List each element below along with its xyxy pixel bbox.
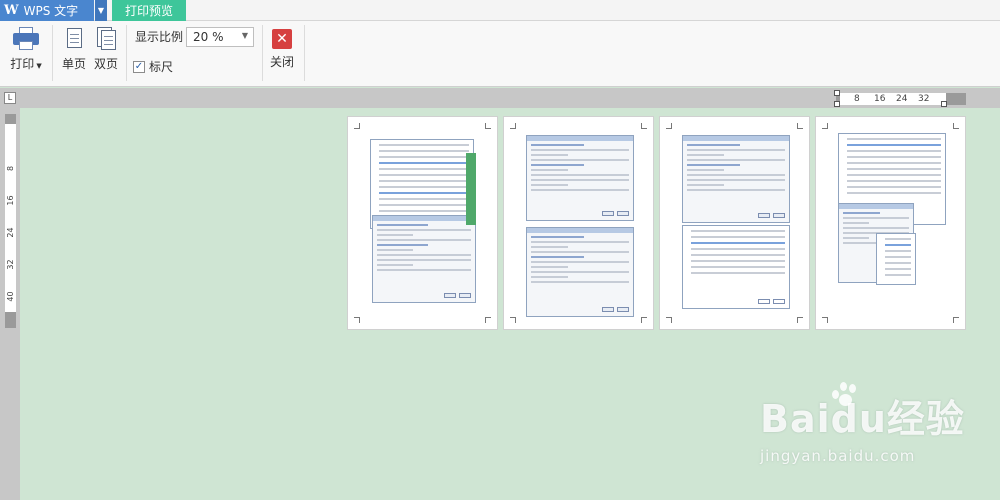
app-menu-dropdown-icon[interactable]: ▼ (95, 0, 107, 21)
ruler-label: 标尺 (149, 60, 174, 74)
app-name: WPS 文字 (23, 4, 79, 18)
paw-logo-icon (830, 382, 860, 408)
ruler-checkbox[interactable]: ✓ (133, 60, 145, 73)
double-page-label: 双页 (93, 57, 118, 71)
page-screenshot-image (372, 215, 476, 303)
separator (126, 25, 127, 81)
horizontal-ruler[interactable]: 8 16 24 32 (834, 90, 966, 107)
preview-page[interactable] (815, 116, 966, 330)
double-page-button[interactable]: 双页 (92, 21, 120, 72)
chevron-down-icon[interactable]: ▼ (242, 31, 248, 40)
vruler-tick: 16 (6, 195, 15, 206)
vertical-ruler[interactable]: 8 16 24 32 40 (5, 114, 16, 328)
watermark-logo-text: Baidu经验 (760, 397, 965, 441)
separator (52, 25, 53, 81)
page-screenshot-image (526, 227, 634, 317)
baidu-jingyan-watermark: Baidu经验 jingyan.baidu.com (760, 382, 980, 488)
close-label: 关闭 (269, 55, 294, 69)
title-bar: W WPS 文字 ▼ 打印预览 (0, 0, 1000, 21)
app-menu-button[interactable]: W WPS 文字 (0, 0, 94, 21)
printer-icon (13, 27, 39, 51)
separator (304, 25, 305, 81)
single-page-icon (64, 27, 84, 51)
hruler-tick: 32 (918, 94, 930, 104)
separator (262, 25, 263, 81)
hruler-tick: 16 (874, 94, 886, 104)
print-label: 打印 (10, 57, 35, 71)
horizontal-ruler-strip: L 8 16 24 32 (0, 88, 1000, 108)
single-page-button[interactable]: 单页 (60, 21, 88, 72)
ruler-corner-icon[interactable]: L (4, 92, 16, 104)
green-bar-image (466, 153, 476, 225)
zoom-label: 显示比例 (135, 30, 184, 44)
vruler-tick: 8 (6, 165, 15, 172)
hruler-tick: 8 (854, 94, 860, 104)
close-icon: ✕ (272, 29, 292, 49)
preview-page[interactable] (503, 116, 654, 330)
vruler-tick: 40 (6, 291, 15, 302)
left-indent-marker[interactable] (834, 90, 840, 96)
print-dropdown-icon[interactable]: ▼ (36, 62, 41, 70)
double-page-icon (96, 27, 116, 51)
print-button[interactable]: 打印 ▼ (8, 21, 44, 72)
vertical-ruler-strip: 8 16 24 32 40 (0, 108, 20, 500)
wps-logo-icon: W (4, 3, 19, 18)
first-line-indent-marker[interactable] (834, 101, 840, 107)
preview-page[interactable] (659, 116, 810, 330)
zoom-value: 20 % (193, 30, 224, 44)
preview-page[interactable] (347, 116, 498, 330)
dropdown-list-image (876, 233, 916, 285)
page-screenshot-image (682, 225, 790, 309)
watermark-url: jingyan.baidu.com (760, 447, 916, 465)
hruler-tick: 24 (896, 94, 908, 104)
tab-print-preview[interactable]: 打印预览 (112, 0, 186, 21)
page-screenshot-image (526, 135, 634, 221)
ribbon-toolbar: 打印 ▼ 单页 双页 显示比例 20 % ▼ ✓ 标尺 ✕ 关闭 (0, 21, 1000, 87)
zoom-select[interactable]: 20 % ▼ (186, 27, 254, 47)
right-indent-marker[interactable] (941, 101, 947, 107)
vruler-tick: 24 (6, 227, 15, 238)
ruler-toggle[interactable]: ✓ 标尺 (133, 58, 173, 75)
single-page-label: 单页 (61, 57, 86, 71)
vruler-tick: 32 (6, 259, 15, 270)
page-screenshot-image (682, 135, 790, 223)
close-preview-button[interactable]: ✕ 关闭 (268, 21, 296, 70)
